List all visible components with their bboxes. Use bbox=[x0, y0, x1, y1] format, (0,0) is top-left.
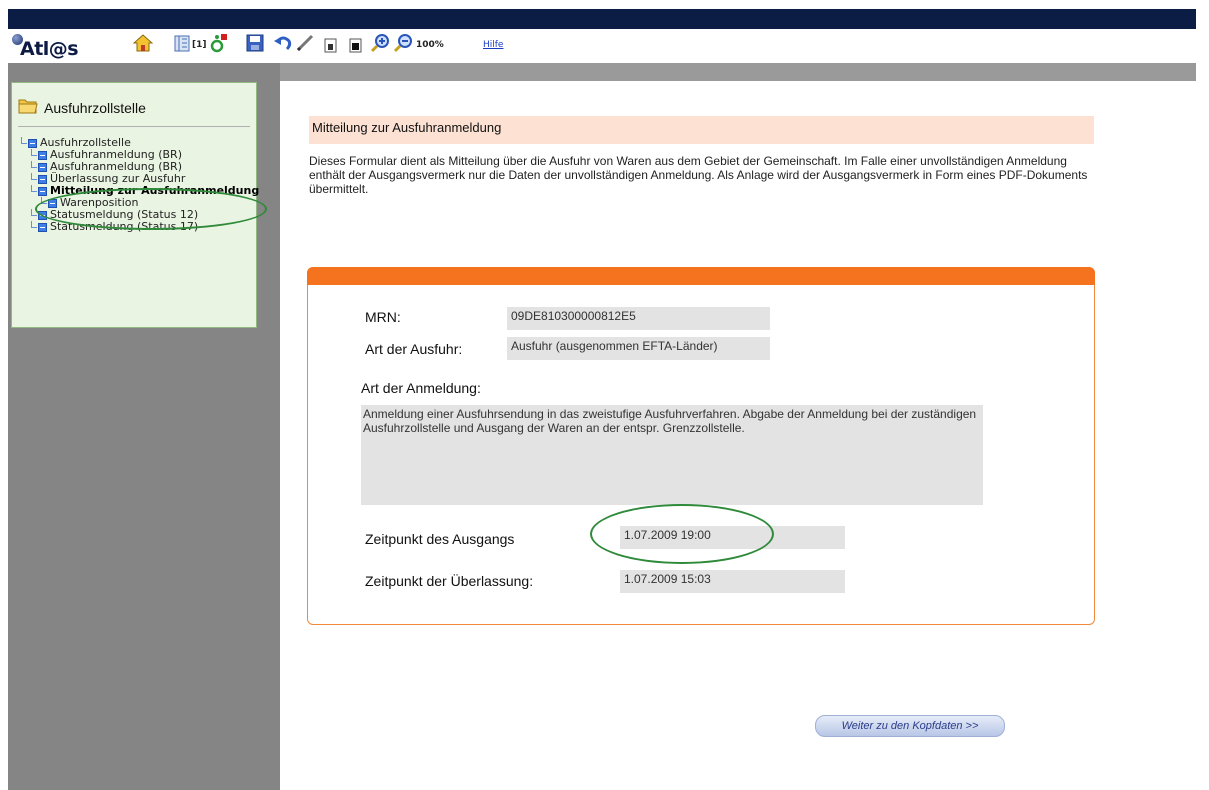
zoom-in-icon[interactable] bbox=[370, 33, 390, 53]
page2-icon[interactable] bbox=[345, 33, 365, 53]
tree-node-icon bbox=[38, 162, 47, 172]
tree-connector bbox=[28, 221, 38, 233]
mrn-label: MRN: bbox=[365, 309, 401, 325]
sidebar-title: Ausfuhrzollstelle bbox=[44, 100, 146, 116]
art-ausfuhr-label: Art der Ausfuhr: bbox=[365, 341, 463, 357]
tree-node-icon bbox=[38, 210, 47, 220]
tree-node-icon bbox=[38, 174, 47, 184]
art-anmeldung-label: Art der Anmeldung: bbox=[361, 380, 481, 396]
tree-connector bbox=[28, 209, 38, 221]
tree-node-icon bbox=[28, 138, 37, 148]
home-icon[interactable] bbox=[132, 33, 154, 53]
title-bar bbox=[8, 9, 1196, 29]
tree-node-icon bbox=[38, 150, 47, 160]
navigation-tree: Ausfuhrzollstelle Ausfuhranmeldung (BR) … bbox=[18, 137, 259, 233]
page1-icon[interactable] bbox=[320, 33, 340, 53]
zoom-out-icon[interactable] bbox=[393, 33, 413, 53]
tree-connector bbox=[28, 185, 38, 197]
folder-icon bbox=[18, 97, 38, 119]
zoom-level: 100% bbox=[416, 40, 444, 50]
art-ausfuhr-value: Ausfuhr (ausgenommen EFTA-Länder) bbox=[507, 337, 770, 360]
form-panel-header bbox=[307, 267, 1095, 285]
tree-connector bbox=[38, 197, 48, 209]
tree-connector bbox=[18, 137, 28, 149]
tree-icon[interactable] bbox=[172, 33, 192, 53]
tree-connector bbox=[28, 161, 38, 173]
tree-node-icon bbox=[48, 198, 57, 208]
next-to-header-data-button[interactable]: Weiter zu den Kopfdaten >> bbox=[815, 715, 1005, 737]
pen-icon[interactable] bbox=[295, 33, 315, 53]
zeitpunkt-ausgang-value: 1.07.2009 19:00 bbox=[620, 526, 845, 549]
intro-text: Dieses Formular dient als Mitteilung übe… bbox=[309, 154, 1088, 196]
mrn-value: 09DE810300000812E5 bbox=[507, 307, 770, 330]
zeitpunkt-ueberlassung-label: Zeitpunkt der Überlassung: bbox=[365, 573, 534, 589]
zeitpunkt-ausgang-label: Zeitpunkt des Ausgangs bbox=[365, 531, 515, 547]
bracket-label: [1] bbox=[192, 40, 207, 50]
sidebar-header: Ausfuhrzollstelle bbox=[18, 97, 146, 119]
save-icon[interactable] bbox=[245, 33, 265, 53]
atlas-logo: Atl@s bbox=[12, 34, 102, 60]
wheelchair-icon[interactable] bbox=[208, 33, 228, 53]
page-title: Mitteilung zur Ausfuhranmeldung bbox=[312, 120, 502, 135]
navigation-sidebar: Ausfuhrzollstelle Ausfuhrzollstelle Ausf… bbox=[11, 82, 259, 328]
tree-item-status-17[interactable]: Statusmeldung (Status 17) bbox=[18, 221, 259, 233]
sidebar-divider bbox=[18, 126, 250, 127]
help-link[interactable]: Hilfe bbox=[483, 40, 503, 50]
window-edge bbox=[1196, 0, 1209, 63]
content-top-strip bbox=[280, 63, 1196, 81]
art-anmeldung-value: Anmeldung einer Ausfuhrsendung in das zw… bbox=[361, 405, 983, 505]
tree-item-label: Statusmeldung (Status 17) bbox=[50, 220, 199, 233]
tree-connector bbox=[28, 173, 38, 185]
logo-text: Atl@s bbox=[20, 38, 79, 60]
tree-node-icon bbox=[38, 222, 47, 232]
undo-icon[interactable] bbox=[273, 33, 293, 53]
zeitpunkt-ueberlassung-value: 1.07.2009 15:03 bbox=[620, 570, 845, 593]
tree-node-icon bbox=[38, 186, 47, 196]
tree-connector bbox=[28, 149, 38, 161]
